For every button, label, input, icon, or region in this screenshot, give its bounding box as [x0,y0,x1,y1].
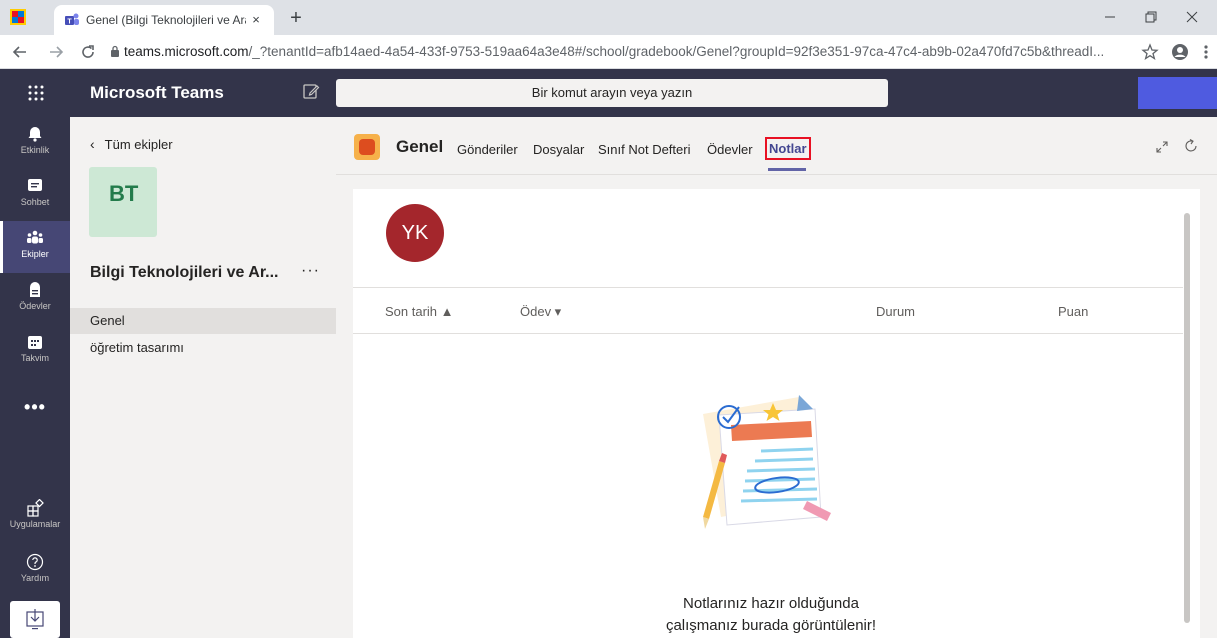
empty-grades-illustration [703,395,831,529]
teams-header: Microsoft Teams Bir komut arayın veya ya… [0,69,1217,117]
appbar-item-activity[interactable]: Etkinlik [0,117,70,169]
tab-odevler[interactable]: Ödevler [707,142,753,157]
team-sidebar: ‹ Tüm ekipler BT Bilgi Teknolojileri ve A… [70,117,336,638]
profile-area[interactable] [1138,77,1217,109]
teams-icon [27,230,43,244]
svg-text:T: T [67,19,72,26]
close-icon[interactable] [1176,6,1208,28]
column-header-points: Puan [1058,304,1089,319]
empty-state-line-2: çalışmanız burada görüntülenir! [665,617,877,634]
channel-title: Genel [396,137,444,156]
appbar-item-help[interactable]: Yardım [0,545,70,597]
column-header-status: Durum [876,304,916,319]
assignments-icon [30,282,40,297]
expand-icon[interactable] [1154,139,1170,155]
url-path: /_?tenantId=afb14aed-4a54-433f-9753-519a… [248,44,1105,59]
appbar-item-chat[interactable]: Sohbet [0,169,70,221]
help-icon [26,553,44,571]
all-teams-label: Tüm ekipler [104,137,173,152]
team-name: Bilgi Teknolojileri ve Ar... [90,264,279,281]
compose-icon[interactable] [302,82,320,100]
new-tab-button[interactable]: + [284,6,308,30]
scrollbar[interactable] [1184,213,1190,623]
minimize-icon[interactable] [1094,6,1126,28]
divider [353,287,1183,288]
calendar-icon [28,336,42,349]
browser-tab-strip: T Genel (Bilgi Teknolojileri ve Araçl × … [0,0,1217,35]
gradebook-card: YK Son tarih ▲ Ödev ▾ Durum Puan Notları… [353,189,1200,638]
chat-icon [28,179,42,191]
tab-sinif-not-defteri[interactable]: Sınıf Not Defteri [598,142,690,157]
address-bar: teams.microsoft.com/_?tenantId=afb14aed-… [0,35,1217,69]
app-logo-icon [10,9,26,25]
appbar-label: Yardım [20,573,50,583]
teams-favicon-icon: T [65,13,79,26]
column-header-due-date[interactable]: Son tarih ▲ [385,304,454,319]
column-header-assignment[interactable]: Ödev ▾ [520,304,561,320]
menu-icon[interactable] [1196,42,1216,62]
appbar-label: Etkinlik [20,145,50,155]
bell-icon [28,127,42,142]
tab-dosyalar[interactable]: Dosyalar [533,142,584,157]
chevron-left-icon: ‹ [90,136,95,152]
appbar-item-teams[interactable]: Ekipler [0,221,70,273]
appbar-item-assignments[interactable]: Ödevler [0,273,70,325]
channel-item-genel[interactable]: Genel [70,308,336,334]
restore-icon[interactable] [1134,6,1166,28]
star-icon[interactable] [1140,42,1160,62]
main-content: Genel Gönderiler Dosyalar Sınıf Not Deft… [336,117,1217,638]
search-input[interactable]: Bir komut arayın veya yazın [336,79,888,107]
active-tab-indicator [768,168,806,171]
divider [353,333,1183,334]
reload-icon[interactable] [78,42,98,62]
forward-icon[interactable] [46,42,66,62]
channel-header: Genel Gönderiler Dosyalar Sınıf Not Deft… [336,117,1217,175]
appbar-item-calendar[interactable]: Takvim [0,325,70,377]
refresh-icon[interactable] [1183,138,1199,154]
appbar-label: Ekipler [21,249,49,259]
appbar-label: Takvim [20,353,49,363]
tab-notlar[interactable]: Notlar [765,137,811,160]
download-icon [26,609,44,630]
account-icon[interactable] [1170,42,1190,62]
url-field[interactable]: teams.microsoft.com/_?tenantId=afb14aed-… [110,40,1130,64]
team-more-options[interactable]: ··· [301,262,320,280]
app-bar: Etkinlik Sohbet Ekipler Ödevler Takvim •… [0,117,70,638]
user-avatar: YK [386,204,444,262]
app-launcher-icon[interactable] [26,83,46,103]
tab-close-icon[interactable]: × [248,12,264,28]
appbar-label: Ödevler [19,301,51,311]
appbar-label: Uygulamalar [9,519,61,529]
apps-icon [27,499,44,517]
back-icon[interactable] [10,42,30,62]
team-avatar: BT [89,167,157,237]
all-teams-link[interactable]: ‹ Tüm ekipler [90,136,173,152]
browser-tab[interactable]: T Genel (Bilgi Teknolojileri ve Araçl × [54,5,274,35]
empty-state-line-1: Notlarınız hazır olduğunda [683,595,859,612]
more-apps-button[interactable]: ••• [0,397,70,418]
appbar-item-apps[interactable]: Uygulamalar [0,491,70,543]
channel-icon [354,134,380,160]
lock-icon [111,45,119,57]
url-domain: teams.microsoft.com [124,44,249,59]
channel-item-ogretim-tasarimi[interactable]: öğretim tasarımı [70,335,336,361]
tab-title: Genel (Bilgi Teknolojileri ve Araçl [86,13,246,27]
empty-state-message: Notlarınız hazır olduğunda çalışmanız bu… [553,593,989,637]
tab-gonderiler[interactable]: Gönderiler [457,142,518,157]
appbar-label: Sohbet [20,197,50,207]
app-title: Microsoft Teams [90,83,224,102]
download-app-button[interactable] [10,601,60,638]
